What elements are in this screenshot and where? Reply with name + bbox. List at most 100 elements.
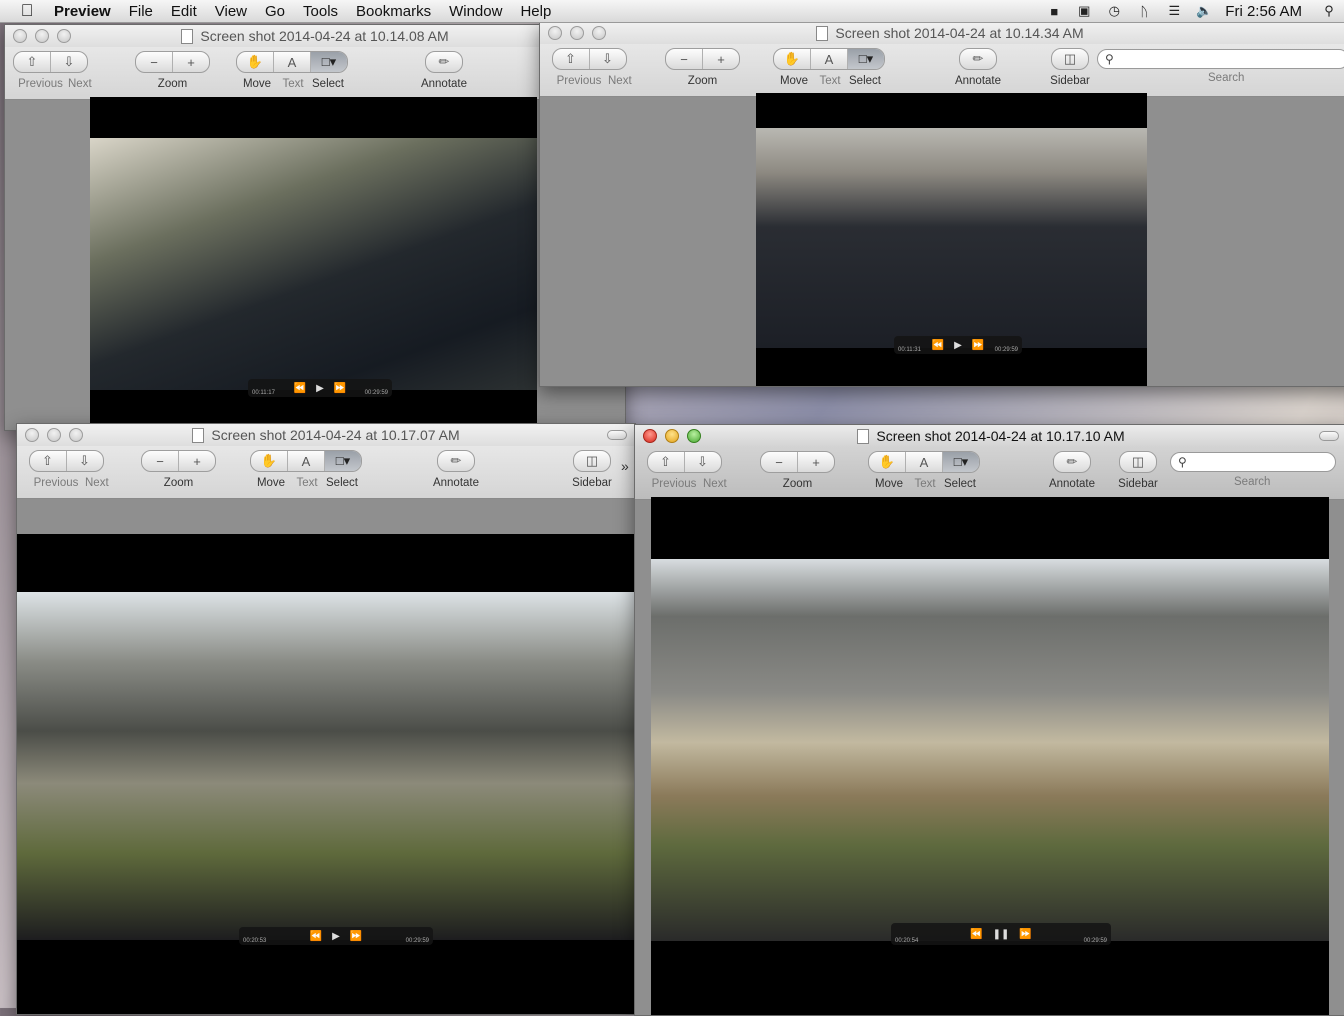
time-total: 00:29:59 [405, 938, 429, 944]
select-tool-icon[interactable]: □▾ [311, 52, 347, 72]
select-tool-icon[interactable]: □▾ [325, 451, 361, 471]
pause-icon[interactable]: ❚❚ [993, 929, 1010, 940]
search-field[interactable]: ⚲ [1170, 452, 1336, 472]
annotate-pencil-icon[interactable]: ✏ [1054, 452, 1090, 472]
next-arrow-icon[interactable]: ⇩ [51, 52, 87, 72]
menu-edit[interactable]: Edit [162, 3, 206, 20]
rewind-icon[interactable]: ⏪ [310, 931, 322, 942]
volume-icon[interactable]: 🔈 [1189, 0, 1219, 22]
play-icon[interactable]: ▶ [316, 383, 324, 394]
window-title-bar[interactable]: Screen shot 2014-04-24 at 10.14.34 AM [540, 22, 1344, 44]
text-label: Text [296, 477, 318, 489]
toolbar-overflow-icon[interactable]: » [621, 458, 629, 474]
toolbar-toggle-button[interactable] [607, 430, 627, 440]
play-icon[interactable]: ▶ [332, 931, 340, 942]
menu-bar:  Preview File Edit View Go Tools Bookma… [0, 0, 1344, 23]
annotate-label: Annotate [954, 75, 1002, 87]
close-icon[interactable] [643, 429, 657, 443]
previous-arrow-icon[interactable]: ⇧ [648, 452, 685, 472]
minimize-icon[interactable] [665, 429, 679, 443]
next-arrow-icon[interactable]: ⇩ [67, 451, 103, 471]
hand-icon[interactable]: ✋ [869, 452, 906, 472]
sidebar-icon[interactable]: ◫ [1120, 452, 1156, 472]
annotate-pencil-icon[interactable]: ✏ [426, 52, 462, 72]
hand-icon[interactable]: ✋ [774, 49, 811, 69]
display-icon[interactable]: ▣ [1069, 0, 1099, 22]
next-arrow-icon[interactable]: ⇩ [685, 452, 721, 472]
zoom-in-icon[interactable]: + [179, 451, 215, 471]
rewind-icon[interactable]: ⏪ [932, 340, 944, 351]
hand-icon[interactable]: ✋ [237, 52, 274, 72]
hand-icon[interactable]: ✋ [251, 451, 288, 471]
time-machine-icon[interactable]: ◷ [1099, 0, 1129, 22]
zoom-in-icon[interactable]: + [798, 452, 834, 472]
select-tool-icon[interactable]: □▾ [943, 452, 979, 472]
zoom-window-icon[interactable] [57, 29, 71, 43]
annotate-pencil-icon[interactable]: ✏ [960, 49, 996, 69]
toolbar-toggle-button[interactable] [1319, 431, 1339, 441]
zoom-window-icon[interactable] [69, 428, 83, 442]
minimize-icon[interactable] [47, 428, 61, 442]
minimize-icon[interactable] [570, 26, 584, 40]
preview-window-1: Screen shot 2014-04-24 at 10.14.08 AM ⇧ ⇩… [4, 24, 626, 431]
zoom-in-icon[interactable]: + [173, 52, 209, 72]
menu-tools[interactable]: Tools [294, 3, 347, 20]
zoom-label: Zoom [782, 478, 813, 490]
menu-help[interactable]: Help [511, 3, 560, 20]
sidebar-icon[interactable]: ◫ [574, 451, 610, 471]
fast-forward-icon[interactable]: ⏩ [1019, 929, 1031, 940]
fast-forward-icon[interactable]: ⏩ [334, 383, 346, 394]
apple-menu-icon[interactable]:  [18, 1, 36, 20]
zoom-window-icon[interactable] [592, 26, 606, 40]
sidebar-label: Sidebar [1118, 478, 1158, 490]
play-icon[interactable]: ▶ [954, 340, 962, 351]
close-icon[interactable] [548, 26, 562, 40]
zoom-out-icon[interactable]: − [142, 451, 179, 471]
finder-icon[interactable]: ■ [1039, 0, 1069, 22]
close-icon[interactable] [25, 428, 39, 442]
menu-window[interactable]: Window [440, 3, 511, 20]
zoom-in-icon[interactable]: + [703, 49, 739, 69]
rewind-icon[interactable]: ⏪ [294, 383, 306, 394]
wifi-icon[interactable]: ☰ [1159, 0, 1189, 22]
fast-forward-icon[interactable]: ⏩ [972, 340, 984, 351]
text-tool-icon[interactable]: A [811, 49, 848, 69]
next-arrow-icon[interactable]: ⇩ [590, 49, 626, 69]
search-field[interactable]: ⚲ [1097, 49, 1344, 69]
window-title-bar[interactable]: Screen shot 2014-04-24 at 10.17.07 AM [17, 424, 635, 446]
sidebar-icon[interactable]: ◫ [1052, 49, 1088, 69]
spotlight-icon[interactable]: ⚲ [1314, 0, 1344, 22]
menu-bookmarks[interactable]: Bookmarks [347, 3, 440, 20]
video-frame: ⏪ ▶ ⏩ 00:11:17 00:29:59 [90, 97, 537, 430]
fast-forward-icon[interactable]: ⏩ [350, 931, 362, 942]
menu-go[interactable]: Go [256, 3, 294, 20]
previous-label: Previous [18, 78, 63, 90]
zoom-out-icon[interactable]: − [136, 52, 173, 72]
window-title-bar[interactable]: Screen shot 2014-04-24 at 10.14.08 AM [5, 25, 625, 47]
video-controls[interactable]: ⏪ ❚❚ ⏩ 00:20:54 00:29:59 [891, 923, 1111, 945]
text-tool-icon[interactable]: A [288, 451, 325, 471]
previous-arrow-icon[interactable]: ⇧ [553, 49, 590, 69]
window-title-bar[interactable]: Screen shot 2014-04-24 at 10.17.10 AM [635, 425, 1344, 447]
previous-arrow-icon[interactable]: ⇧ [14, 52, 51, 72]
menu-clock[interactable]: Fri 2:56 AM [1219, 3, 1314, 20]
rewind-icon[interactable]: ⏪ [970, 929, 982, 940]
menu-view[interactable]: View [206, 3, 256, 20]
menu-file[interactable]: File [120, 3, 162, 20]
video-controls[interactable]: ⏪ ▶ ⏩ 00:11:31 00:29:59 [894, 336, 1022, 354]
close-icon[interactable] [13, 29, 27, 43]
video-controls[interactable]: ⏪ ▶ ⏩ 00:11:17 00:29:59 [248, 379, 392, 397]
move-label: Move [779, 75, 809, 87]
zoom-out-icon[interactable]: − [666, 49, 703, 69]
video-controls[interactable]: ⏪ ▶ ⏩ 00:20:53 00:29:59 [239, 927, 433, 945]
previous-arrow-icon[interactable]: ⇧ [30, 451, 67, 471]
select-tool-icon[interactable]: □▾ [848, 49, 884, 69]
minimize-icon[interactable] [35, 29, 49, 43]
zoom-out-icon[interactable]: − [761, 452, 798, 472]
annotate-pencil-icon[interactable]: ✏ [438, 451, 474, 471]
text-tool-icon[interactable]: A [274, 52, 311, 72]
bluetooth-icon[interactable]: ᚢ [1129, 0, 1159, 22]
zoom-window-icon[interactable] [687, 429, 701, 443]
text-tool-icon[interactable]: A [906, 452, 943, 472]
menu-app[interactable]: Preview [50, 3, 120, 20]
